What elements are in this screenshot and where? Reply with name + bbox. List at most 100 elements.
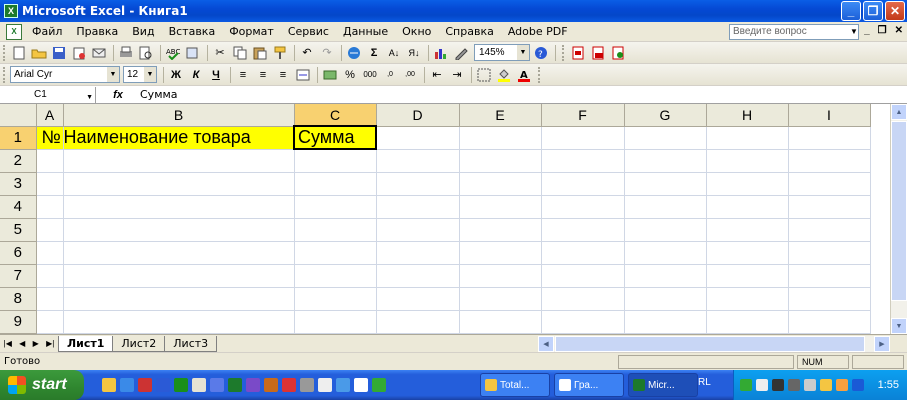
cell[interactable] [294,264,377,288]
chevron-down-icon[interactable]: ▼ [107,67,119,82]
ask-question-input[interactable]: Введите вопрос [729,24,859,40]
cell[interactable] [36,218,64,242]
decrease-indent-icon[interactable]: ⇤ [428,66,446,84]
column-header-h[interactable]: H [706,104,789,127]
workbook-minimize-button[interactable]: _ [864,25,870,36]
excel-icon[interactable] [228,378,242,392]
menu-help[interactable]: Справка [445,25,493,38]
cell-g1[interactable] [624,126,707,150]
spelling-icon[interactable]: ABC [164,44,182,62]
horizontal-scrollbar[interactable]: ◀ ▶ [538,336,890,352]
tray-icon[interactable] [772,379,784,391]
chevron-down-icon[interactable]: ▼ [144,67,156,82]
chevron-down-icon[interactable]: ▼ [517,45,529,60]
cell[interactable] [63,195,295,219]
cell[interactable] [459,241,542,265]
open-folder-icon[interactable] [30,44,48,62]
cell[interactable] [459,287,542,311]
cell[interactable] [788,287,871,311]
row-header-9[interactable]: 9 [0,310,37,334]
toolbar-grip[interactable] [538,66,541,83]
cell[interactable] [624,149,707,173]
autosum-icon[interactable]: Σ [365,44,383,62]
cell[interactable] [376,264,460,288]
row-header-1[interactable]: 1 [0,126,37,150]
select-all-corner[interactable] [0,104,37,127]
pdf-email-icon[interactable] [589,44,607,62]
email-icon[interactable] [90,44,108,62]
cell[interactable] [376,218,460,242]
cell[interactable] [376,149,460,173]
cell[interactable] [706,287,789,311]
cell-f1[interactable] [541,126,625,150]
row-header-5[interactable]: 5 [0,218,37,242]
cell[interactable] [541,195,625,219]
cell[interactable] [294,310,377,334]
vertical-scrollbar[interactable]: ▲ ▼ [890,104,907,334]
cell[interactable] [541,287,625,311]
row-header-2[interactable]: 2 [0,149,37,173]
font-color-icon[interactable]: A [515,66,533,84]
cell[interactable] [36,241,64,265]
cell[interactable] [376,195,460,219]
cell[interactable] [459,149,542,173]
quick-launch-icon[interactable] [336,378,350,392]
cell-e1[interactable] [459,126,542,150]
tray-icon[interactable] [788,379,800,391]
column-header-e[interactable]: E [459,104,542,127]
minimize-button[interactable]: _ [841,1,861,21]
quick-launch-icon[interactable] [210,378,224,392]
format-painter-icon[interactable] [271,44,289,62]
horizontal-scroll-thumb[interactable] [555,336,865,352]
cell[interactable] [36,172,64,196]
quick-launch-icon[interactable] [300,378,314,392]
toolbar-grip[interactable] [3,66,6,83]
help-icon[interactable]: ? [532,44,550,62]
cell[interactable] [376,172,460,196]
start-button[interactable]: start [0,370,84,400]
cell[interactable] [36,264,64,288]
cell[interactable] [63,149,295,173]
cell[interactable] [294,195,377,219]
cell[interactable] [624,241,707,265]
hyperlink-icon[interactable] [345,44,363,62]
menu-view[interactable]: Вид [132,25,154,38]
formula-input[interactable]: Сумма [140,88,178,101]
cell-d1[interactable] [376,126,460,150]
font-name-select[interactable]: Arial Cyr ▼ [10,66,120,83]
cell[interactable] [788,218,871,242]
pdf-review-icon[interactable] [609,44,627,62]
tray-icon[interactable] [852,379,864,391]
italic-button[interactable]: К [187,66,205,84]
cell[interactable] [294,218,377,242]
quick-launch-icon[interactable] [282,378,296,392]
paste-icon[interactable] [251,44,269,62]
clock[interactable]: 1:55 [878,379,899,391]
cell[interactable] [541,218,625,242]
tray-icon[interactable] [740,379,752,391]
quick-launch-icon[interactable] [246,378,260,392]
cell[interactable] [459,172,542,196]
cell[interactable] [788,310,871,334]
zoom-select[interactable]: 145% ▼ [474,44,530,61]
scroll-down-icon[interactable]: ▼ [891,318,907,334]
cell[interactable] [63,241,295,265]
cell[interactable] [294,287,377,311]
worksheet-grid[interactable]: A B C D E F G H I 1 № Наименование товар… [0,104,890,334]
underline-button[interactable]: Ч [207,66,225,84]
sort-ascending-icon[interactable]: A↓ [385,44,403,62]
row-header-7[interactable]: 7 [0,264,37,288]
copy-icon[interactable] [231,44,249,62]
cell[interactable] [541,264,625,288]
cell[interactable] [63,287,295,311]
font-size-select[interactable]: 12 ▼ [123,66,157,83]
cell[interactable] [36,149,64,173]
internet-explorer-icon[interactable] [120,378,134,392]
cell[interactable] [706,172,789,196]
print-icon[interactable] [117,44,135,62]
align-right-icon[interactable]: ≡ [274,66,292,84]
cell[interactable] [624,172,707,196]
workbook-restore-button[interactable]: ❐ [878,25,887,36]
cell[interactable] [706,264,789,288]
toolbar-grip[interactable] [562,44,565,61]
